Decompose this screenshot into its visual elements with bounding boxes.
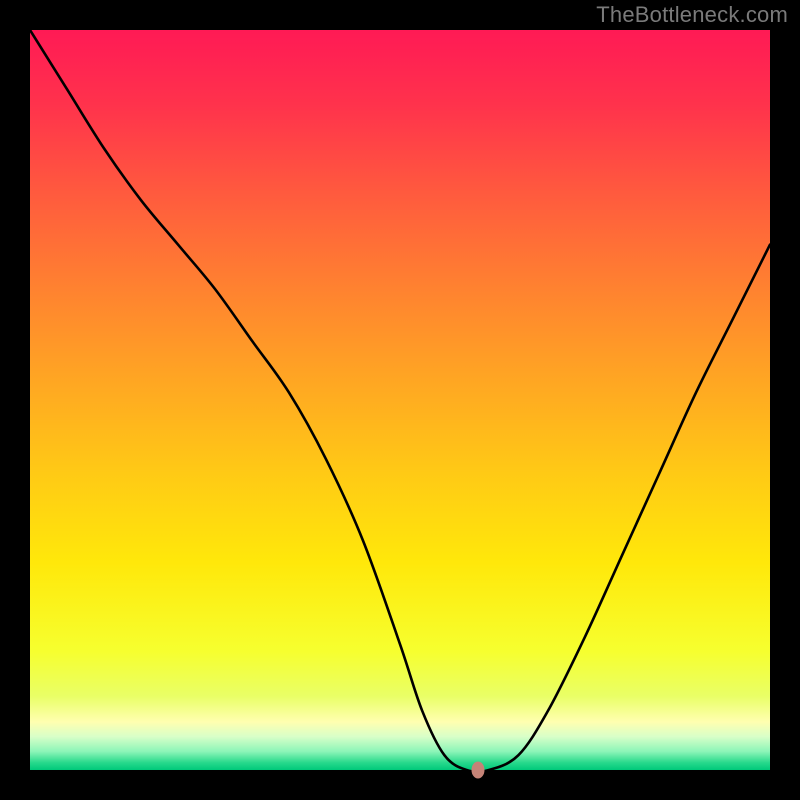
- bottleneck-plot: [30, 30, 770, 770]
- chart-container: TheBottleneck.com: [0, 0, 800, 800]
- gradient-background: [30, 30, 770, 770]
- watermark-text: TheBottleneck.com: [596, 2, 788, 28]
- plot-area: [30, 30, 770, 770]
- optimal-point-marker: [471, 762, 484, 779]
